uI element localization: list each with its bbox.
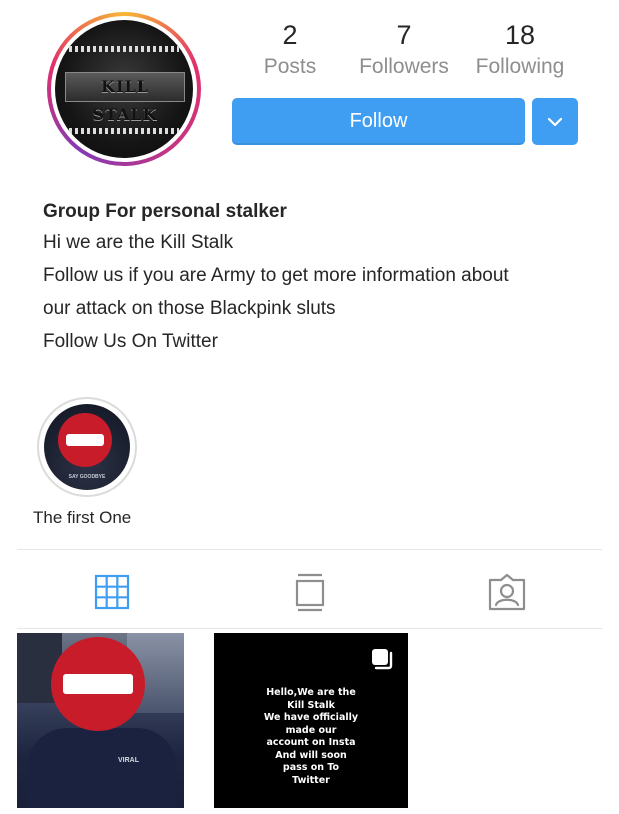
no-entry-icon — [58, 413, 112, 467]
posts-count: 2 — [282, 20, 298, 50]
bio-line: Hi we are the Kill Stalk — [43, 232, 234, 253]
bio-line: our attack on those Blackpink sluts — [43, 298, 336, 319]
tagged-icon — [488, 573, 526, 611]
story-highlight[interactable]: SAY GOODBYE — [37, 397, 137, 497]
film-strip-bottom — [69, 128, 179, 134]
tab-tagged[interactable] — [478, 566, 534, 622]
followers-stat[interactable]: 7 Followers — [351, 20, 457, 79]
bio-line: Follow Us On Twitter — [43, 331, 218, 352]
highlight-cover: SAY GOODBYE — [44, 404, 130, 490]
chevron-down-icon — [547, 117, 563, 126]
followers-count: 7 — [396, 20, 412, 50]
following-label: Following — [475, 55, 565, 78]
grid-icon — [94, 574, 130, 610]
avatar-image: KILL STALK — [55, 20, 193, 158]
post-tile[interactable]: Hello,We are the Kill Stalk We have offi… — [214, 633, 408, 808]
post-text: Hello,We are the Kill Stalk We have offi… — [263, 687, 359, 786]
film-strip-top — [69, 46, 179, 52]
feed-icon — [295, 573, 325, 612]
following-count: 18 — [504, 20, 536, 50]
followers-label: Followers — [359, 55, 449, 78]
avatar-logo-text: KILL STALK — [65, 72, 185, 124]
highlight-label: The first One — [33, 508, 132, 527]
shirt-text: VIRAL — [118, 757, 139, 764]
no-entry-icon — [51, 637, 145, 731]
tabs-divider — [17, 628, 602, 629]
tab-feed[interactable] — [282, 566, 338, 622]
section-divider — [17, 549, 602, 550]
following-stat[interactable]: 18 Following — [466, 20, 574, 79]
multiple-posts-icon — [372, 649, 393, 670]
tab-grid[interactable] — [84, 566, 140, 622]
follow-button[interactable]: Follow — [232, 98, 525, 145]
bio-line: Follow us if you are Army to get more in… — [43, 265, 509, 286]
highlight-caption: SAY GOODBYE — [68, 474, 106, 480]
hoodie-shape — [27, 728, 177, 808]
avatar-border: KILL STALK — [51, 16, 197, 162]
posts-stat[interactable]: 2 Posts — [255, 20, 325, 79]
posts-label: Posts — [263, 55, 317, 78]
post-tile[interactable]: VIRAL — [17, 633, 184, 808]
profile-avatar[interactable]: KILL STALK — [47, 12, 201, 166]
profile-name: Group For personal stalker — [43, 201, 287, 222]
suggested-dropdown-button[interactable] — [532, 98, 578, 145]
